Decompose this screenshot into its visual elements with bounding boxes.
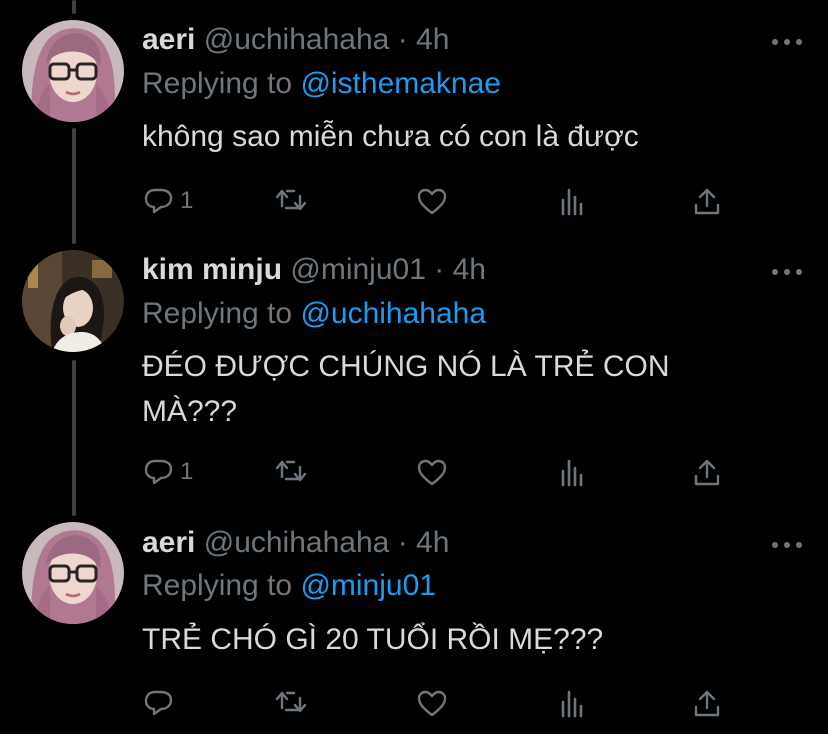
- avatar[interactable]: [22, 250, 124, 352]
- retweet-button[interactable]: [274, 181, 308, 221]
- replying-label: Replying to: [142, 297, 293, 330]
- retweet-button[interactable]: [274, 683, 308, 723]
- like-button[interactable]: [416, 683, 448, 723]
- share-button[interactable]: [692, 683, 722, 723]
- timestamp[interactable]: 4h: [416, 23, 449, 56]
- separator: ·: [397, 23, 408, 56]
- share-button[interactable]: [692, 452, 722, 492]
- like-icon: [417, 188, 447, 215]
- mention-link[interactable]: @isthemaknae: [300, 67, 501, 100]
- reply-button[interactable]: [144, 683, 180, 723]
- action-bar: 1: [140, 181, 730, 221]
- retweet-button[interactable]: [274, 452, 308, 492]
- retweet-icon: [275, 460, 307, 482]
- share-icon: [694, 459, 720, 486]
- action-bar: [140, 683, 730, 723]
- like-button[interactable]: [416, 181, 448, 221]
- retweet-icon: [275, 691, 307, 713]
- reply-button[interactable]: 1: [144, 181, 193, 221]
- like-icon: [417, 459, 447, 486]
- user-handle[interactable]: @uchihahaha: [204, 526, 390, 559]
- retweet-icon: [275, 189, 307, 211]
- separator: ·: [434, 253, 445, 286]
- display-name[interactable]: aeri: [142, 23, 195, 56]
- tweet-header: kim minju @minju01 · 4h: [142, 252, 486, 288]
- reply-icon: [144, 459, 173, 485]
- analytics-icon: [561, 188, 583, 216]
- reply-count: 1: [180, 187, 194, 214]
- display-name[interactable]: aeri: [142, 526, 195, 559]
- thread-line-top: [72, 0, 76, 14]
- tweet-text: không sao miễn chưa có con là được: [142, 120, 639, 153]
- thread-line-1: [72, 128, 76, 244]
- more-icon[interactable]: [772, 36, 802, 48]
- tweet-text: TRẺ CHÓ GÌ 20 TUỔI RỒI MẸ???: [142, 623, 604, 656]
- analytics-button[interactable]: [558, 181, 586, 221]
- more-icon[interactable]: [772, 266, 802, 278]
- avatar[interactable]: [22, 20, 124, 122]
- thread-line-2: [72, 360, 76, 516]
- analytics-button[interactable]: [558, 683, 586, 723]
- replying-to: Replying to @uchihahaha: [142, 296, 486, 332]
- tweet-header: aeri @uchihahaha · 4h: [142, 525, 449, 561]
- mention-link[interactable]: @minju01: [300, 569, 436, 602]
- replying-label: Replying to: [142, 569, 293, 602]
- action-bar: 1: [140, 452, 730, 492]
- reply-button[interactable]: 1: [144, 452, 193, 492]
- share-icon: [694, 690, 720, 717]
- user-handle[interactable]: @uchihahaha: [204, 23, 390, 56]
- mention-link[interactable]: @uchihahaha: [300, 297, 486, 330]
- replying-to: Replying to @isthemaknae: [142, 66, 501, 102]
- tweet-text: ĐÉO ĐƯỢC CHÚNG NÓ LÀ TRẺ CON MÀ???: [142, 350, 670, 428]
- replying-to: Replying to @minju01: [142, 568, 436, 604]
- timestamp[interactable]: 4h: [416, 526, 449, 559]
- reply-count: 1: [180, 458, 194, 485]
- user-handle[interactable]: @minju01: [290, 253, 426, 286]
- like-button[interactable]: [416, 452, 448, 492]
- reply-icon: [144, 690, 173, 716]
- reply-icon: [144, 188, 173, 214]
- analytics-icon: [561, 690, 583, 718]
- tweet-header: aeri @uchihahaha · 4h: [142, 22, 449, 58]
- timestamp[interactable]: 4h: [453, 253, 486, 286]
- display-name[interactable]: kim minju: [142, 253, 282, 286]
- more-icon[interactable]: [772, 539, 802, 551]
- like-icon: [417, 690, 447, 717]
- share-button[interactable]: [692, 181, 722, 221]
- analytics-icon: [561, 459, 583, 487]
- analytics-button[interactable]: [558, 452, 586, 492]
- separator: ·: [397, 526, 408, 559]
- share-icon: [694, 188, 720, 215]
- replying-label: Replying to: [142, 67, 293, 100]
- avatar[interactable]: [22, 522, 124, 624]
